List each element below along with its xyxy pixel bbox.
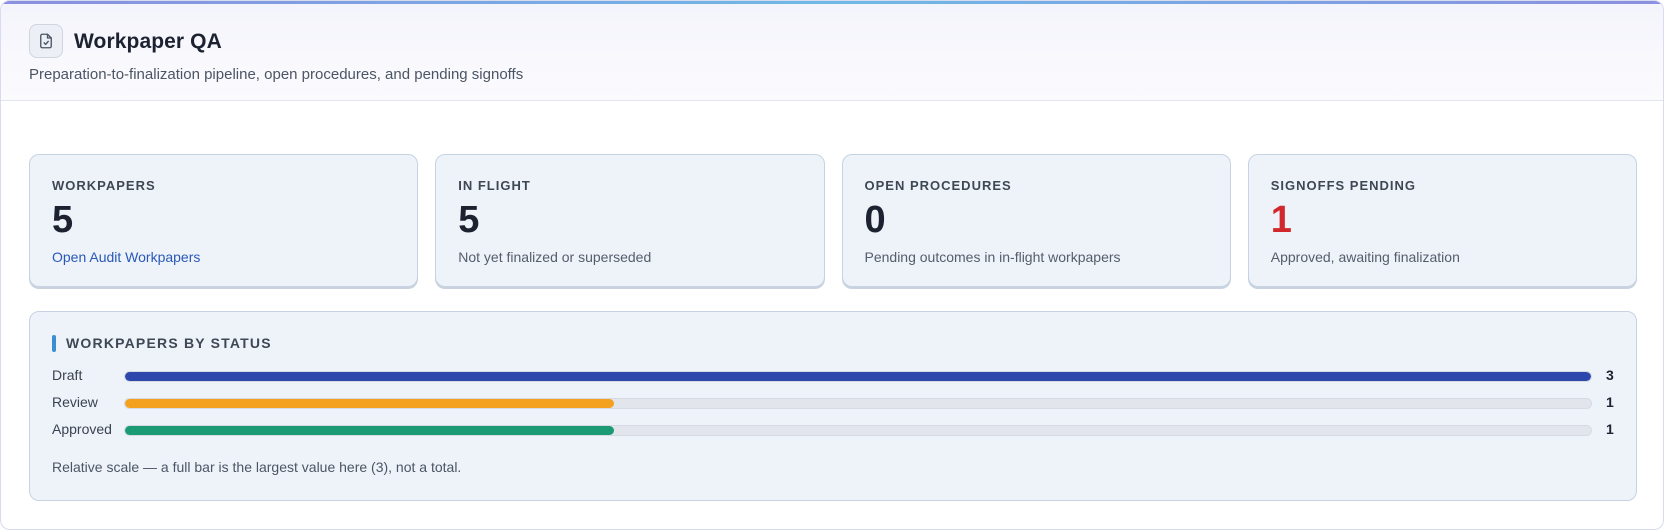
card-note: Not yet finalized or superseded: [458, 249, 652, 265]
card-label: IN FLIGHT: [458, 178, 531, 193]
page-subtitle: Preparation-to-finalization pipeline, op…: [29, 66, 524, 83]
status-count: 3: [1606, 367, 1614, 383]
summary-cards: WORKPAPERS 5 Open Audit Workpapers IN FL…: [29, 154, 1637, 287]
card-signoffs-pending: SIGNOFFS PENDING 1 Approved, awaiting fi…: [1247, 154, 1637, 287]
card-value: 0: [864, 199, 886, 241]
chart-heading: WORKPAPERS BY STATUS: [52, 334, 272, 352]
workpaper-qa-panel: Workpaper QA Preparation-to-finalization…: [0, 0, 1664, 530]
card-workpapers: WORKPAPERS 5 Open Audit Workpapers: [29, 154, 419, 287]
status-row-review: Review 1: [52, 393, 1620, 413]
chart-title: WORKPAPERS BY STATUS: [66, 335, 272, 351]
card-in-flight: IN FLIGHT 5 Not yet finalized or superse…: [435, 154, 825, 287]
bar-fill-draft: [125, 372, 1591, 381]
open-audit-workpapers-link[interactable]: Open Audit Workpapers: [52, 249, 200, 265]
bar-track: [124, 371, 1592, 382]
bar-track: [124, 425, 1592, 436]
status-row-draft: Draft 3: [52, 366, 1620, 386]
bar-track: [124, 398, 1592, 409]
document-check-icon: [29, 24, 63, 58]
card-value: 5: [458, 199, 480, 241]
status-count: 1: [1606, 394, 1614, 410]
status-chart: WORKPAPERS BY STATUS Draft 3 Review 1 Approv…: [29, 311, 1637, 501]
card-label: WORKPAPERS: [52, 178, 156, 193]
card-label: OPEN PROCEDURES: [864, 178, 1012, 193]
card-note: Approved, awaiting finalization: [1270, 249, 1460, 265]
chart-note: Relative scale — a full bar is the large…: [52, 459, 462, 475]
card-label: SIGNOFFS PENDING: [1270, 178, 1417, 193]
status-label: Draft: [52, 367, 83, 383]
page-title: Workpaper QA: [74, 30, 222, 53]
status-count: 1: [1606, 421, 1614, 437]
card-open-procedures: OPEN PROCEDURES 0 Pending outcomes in in…: [841, 154, 1231, 287]
heading-accent: [52, 334, 56, 352]
card-note: Pending outcomes in in-flight workpapers: [864, 249, 1121, 265]
status-label: Approved: [52, 421, 112, 437]
panel-header: Workpaper QA Preparation-to-finalization…: [1, 4, 1663, 101]
bar-fill-approved: [125, 426, 614, 435]
status-label: Review: [52, 394, 98, 410]
card-value: 5: [52, 199, 74, 241]
card-value: 1: [1270, 199, 1292, 241]
status-row-approved: Approved 1: [52, 420, 1620, 440]
bar-fill-review: [125, 399, 614, 408]
